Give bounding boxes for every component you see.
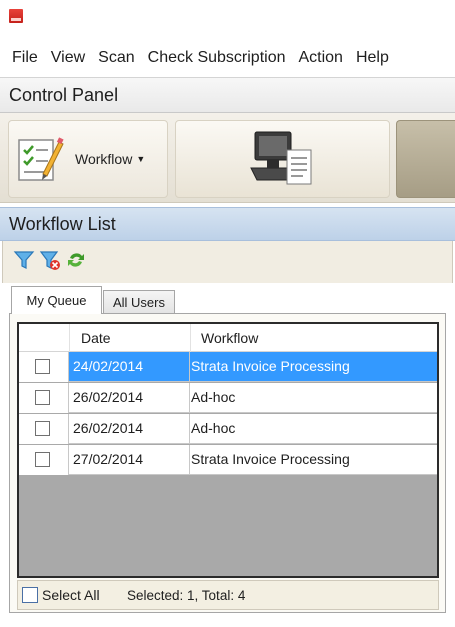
select-all-label[interactable]: Select All [42,587,100,603]
table-row[interactable]: 26/02/2014 Ad-hoc [19,383,437,413]
menu-view[interactable]: View [45,49,92,67]
row-checkbox-cell [19,414,69,444]
column-header-workflow[interactable]: Workflow [201,330,258,346]
scanner-computer-icon [249,131,311,185]
control-panel-title: Control Panel [9,84,119,105]
workflow-toolbar [2,241,453,283]
row-checkbox-cell [19,352,69,382]
column-separator [190,324,191,352]
row-workflow: Ad-hoc [191,420,236,436]
workflow-grid: Date Workflow 24/02/2014 Strata Invoice … [17,322,439,578]
row-checkbox[interactable] [35,359,50,374]
ribbon-button-partial[interactable] [396,120,455,198]
selection-status: Selected: 1, Total: 4 [127,588,246,603]
table-row[interactable]: 27/02/2014 Strata Invoice Processing [19,445,437,475]
control-panel-header: Control Panel [0,77,455,113]
row-date: 27/02/2014 [69,445,190,475]
refresh-icon[interactable] [65,249,87,271]
scan-button[interactable] [175,120,390,198]
column-separator [69,324,70,352]
workflow-checklist-icon [18,137,64,181]
control-panel-ribbon: Workflow ▼ [0,113,455,203]
select-all-checkbox[interactable] [22,587,38,603]
filter-icon[interactable] [13,249,35,271]
row-checkbox[interactable] [35,452,50,467]
row-checkbox[interactable] [35,390,50,405]
table-row[interactable]: 26/02/2014 Ad-hoc [19,414,437,444]
menu-action[interactable]: Action [292,49,349,67]
row-checkbox[interactable] [35,421,50,436]
menu-file[interactable]: File [6,49,45,67]
menu-help[interactable]: Help [350,49,396,67]
row-checkbox-cell [19,383,69,413]
menu-check-subscription[interactable]: Check Subscription [142,49,293,67]
clear-filter-icon[interactable] [39,249,61,271]
column-header-date[interactable]: Date [81,330,111,346]
workflow-button-label: Workflow [75,151,133,167]
grid-header: Date Workflow [19,324,437,352]
app-icon [9,9,23,23]
row-workflow: Strata Invoice Processing [191,451,350,467]
row-date: 24/02/2014 [69,352,190,382]
table-row[interactable]: 24/02/2014 Strata Invoice Processing [19,352,437,382]
row-checkbox-cell [19,445,69,475]
grid-footer: Select All Selected: 1, Total: 4 [17,580,439,610]
workflow-dropdown-button[interactable]: Workflow ▼ [8,120,168,198]
row-date: 26/02/2014 [69,414,190,444]
chevron-down-icon: ▼ [136,154,146,164]
tab-all-users[interactable]: All Users [103,290,175,314]
row-workflow: Strata Invoice Processing [191,358,350,374]
workflow-list-title: Workflow List [9,213,116,234]
menu-scan[interactable]: Scan [92,49,141,67]
workflow-list-header: Workflow List [0,207,455,241]
row-date: 26/02/2014 [69,383,190,413]
row-workflow: Ad-hoc [191,389,236,405]
tab-my-queue[interactable]: My Queue [11,286,102,314]
menu-bar: File View Scan Check Subscription Action… [0,40,455,76]
title-bar [0,0,455,40]
